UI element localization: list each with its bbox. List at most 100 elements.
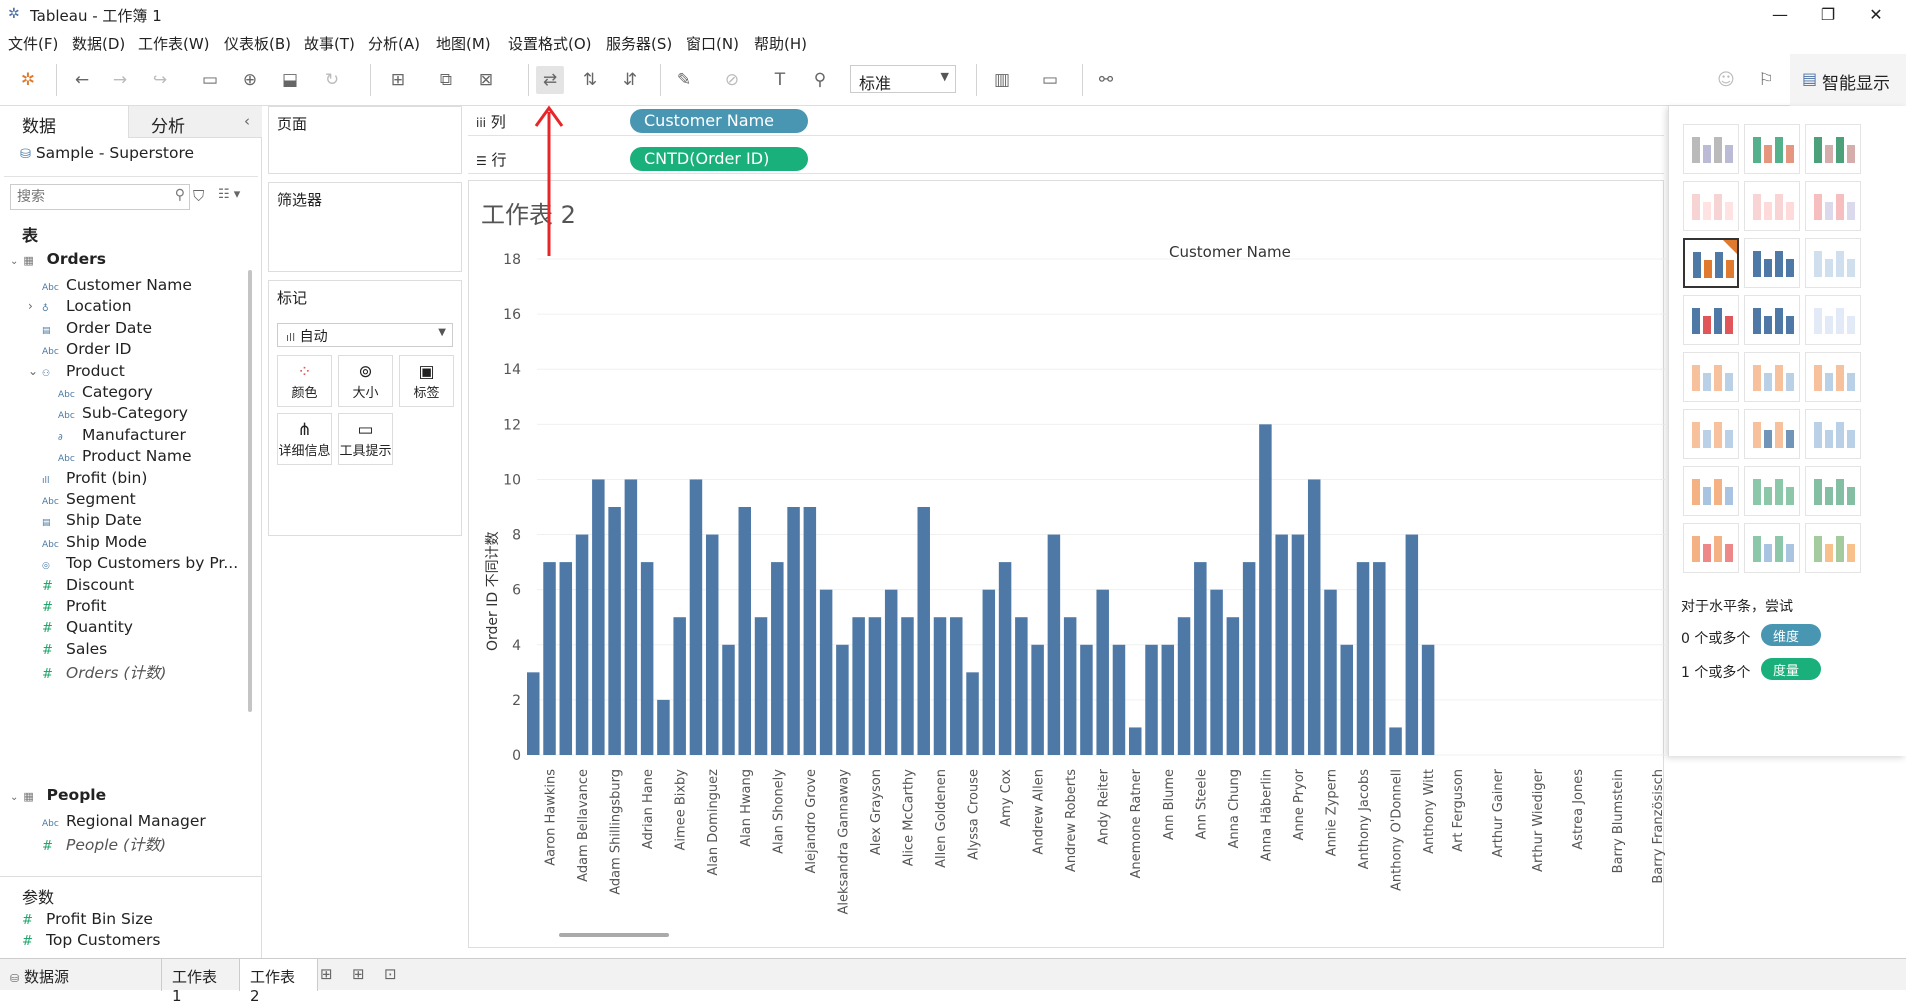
detail-button[interactable]: ⋔ 详细信息	[277, 413, 332, 465]
pin-icon[interactable]: ⚐	[1752, 66, 1780, 94]
filter-icon[interactable]: ⛉	[193, 187, 204, 205]
tab-datasource[interactable]: ⛁ 数据源	[0, 959, 162, 991]
bar[interactable]	[1047, 534, 1061, 755]
show-me-chart-option[interactable]	[1805, 352, 1861, 402]
show-me-button[interactable]: ▤ 智能显示	[1790, 54, 1906, 106]
expand-chevron-icon[interactable]: ›	[28, 299, 33, 313]
show-me-chart-option[interactable]	[1683, 124, 1739, 174]
bar[interactable]	[787, 507, 800, 755]
bar[interactable]	[982, 589, 996, 755]
bar[interactable]	[559, 562, 573, 755]
collapse-pane-icon[interactable]: ‹	[244, 112, 250, 130]
bar[interactable]	[640, 562, 654, 755]
cntd-order-id-pill[interactable]: CNTD(Order ID)	[630, 147, 808, 171]
bar[interactable]	[1194, 562, 1207, 755]
tableau-home-icon[interactable]: ✲	[14, 66, 42, 94]
show-me-chart-option[interactable]	[1683, 238, 1739, 288]
menu-window[interactable]: 窗口(N)	[686, 33, 739, 54]
orders-field[interactable]: # Profit	[42, 597, 106, 621]
search-field[interactable]: ⚲	[10, 184, 190, 210]
horizontal-scrollbar[interactable]	[559, 933, 669, 937]
worksheet-view[interactable]: 工作表 2 Customer Name 0 2 4 6 8 10 12 14 16 18 Order…	[468, 180, 1665, 948]
show-me-chart-option[interactable]	[1744, 466, 1800, 516]
undo-icon[interactable]: ←	[68, 66, 96, 94]
menu-data[interactable]: 数据(D)	[72, 33, 125, 54]
bar[interactable]	[884, 589, 898, 755]
tab-sheet1[interactable]: 工作表 1	[162, 959, 240, 1005]
swap-rows-columns-icon[interactable]: ⇄	[536, 66, 564, 94]
bar[interactable]	[1112, 644, 1126, 755]
show-me-chart-option[interactable]	[1683, 181, 1739, 231]
menu-file[interactable]: 文件(F)	[8, 33, 58, 54]
datasource-name[interactable]: ⛁ Sample - Superstore	[20, 144, 194, 162]
new-dashboard-tab-icon[interactable]: ⊞	[352, 965, 365, 983]
bar[interactable]	[1242, 562, 1256, 755]
bar[interactable]	[1259, 424, 1272, 755]
orders-field[interactable]: # Sales	[42, 640, 107, 664]
orders-field[interactable]: Abc Customer Name	[42, 276, 192, 300]
bar[interactable]	[722, 644, 735, 755]
menu-map[interactable]: 地图(M)	[436, 33, 491, 54]
bar[interactable]	[836, 644, 849, 755]
bar[interactable]	[1145, 644, 1158, 755]
bar[interactable]	[624, 479, 638, 755]
sort-ascending-icon[interactable]: ⇅	[576, 66, 604, 94]
bar[interactable]	[1405, 534, 1419, 755]
people-field[interactable]: # People (计数)	[42, 833, 166, 857]
show-mark-labels-icon[interactable]: T	[766, 66, 794, 94]
show-me-chart-option[interactable]	[1744, 124, 1800, 174]
expand-chevron-icon[interactable]: ⌄	[28, 364, 38, 378]
bar[interactable]	[689, 479, 703, 755]
orders-field[interactable]: ◎ Top Customers by Pr...	[42, 554, 238, 578]
tab-data[interactable]: 数据	[0, 106, 128, 138]
new-worksheet-tab-icon[interactable]: ⊞	[320, 965, 333, 983]
color-button[interactable]: ⁘ 颜色	[277, 355, 332, 407]
show-me-chart-option[interactable]	[1683, 352, 1739, 402]
orders-field[interactable]: # Discount	[42, 576, 134, 600]
show-me-chart-option[interactable]	[1744, 409, 1800, 459]
orders-field[interactable]: ⚇ Product	[42, 362, 125, 386]
bar[interactable]	[608, 507, 621, 755]
new-story-tab-icon[interactable]: ⊡	[384, 965, 397, 983]
menu-dashboard[interactable]: 仪表板(B)	[224, 33, 291, 54]
close-button[interactable]: ✕	[1856, 2, 1896, 28]
clear-sheet-icon[interactable]: ⊠	[472, 66, 500, 94]
param-field[interactable]: # Profit Bin Size	[22, 910, 153, 934]
orders-field[interactable]: Abc Ship Mode	[42, 533, 147, 557]
bar[interactable]	[966, 672, 979, 755]
orders-field[interactable]: Abc Product Name	[58, 447, 192, 471]
show-me-chart-option[interactable]	[1805, 523, 1861, 573]
refresh-icon[interactable]: ↻	[318, 66, 346, 94]
orders-field[interactable]: Abc Segment	[42, 490, 136, 514]
table-people[interactable]: ⌄ ▦ People	[10, 786, 106, 810]
view-options-icon[interactable]: ☷ ▾	[218, 187, 240, 202]
pages-card[interactable]: 页面	[268, 106, 462, 174]
show-me-chart-option[interactable]	[1683, 466, 1739, 516]
bar[interactable]	[1226, 617, 1240, 755]
table-orders[interactable]: ⌄ ▦ Orders	[10, 250, 106, 274]
bar[interactable]	[1161, 644, 1175, 755]
show-cards-icon[interactable]: ▥	[988, 66, 1016, 94]
ask-data-icon[interactable]: ☺	[1712, 66, 1740, 94]
size-button[interactable]: ⊚ 大小	[338, 355, 393, 407]
show-me-chart-option[interactable]	[1744, 523, 1800, 573]
new-datasource-icon[interactable]: ⊕	[236, 66, 264, 94]
group-members-icon[interactable]: ⊘	[718, 66, 746, 94]
fit-dropdown[interactable]: 标准 ▼	[850, 65, 956, 93]
show-me-chart-option[interactable]	[1683, 295, 1739, 345]
menu-format[interactable]: 设置格式(O)	[508, 33, 592, 54]
menu-help[interactable]: 帮助(H)	[754, 33, 807, 54]
sort-descending-icon[interactable]: ⇵	[616, 66, 644, 94]
show-me-chart-option[interactable]	[1744, 295, 1800, 345]
duplicate-sheet-icon[interactable]: ⧉	[432, 66, 460, 94]
bar[interactable]	[1389, 727, 1402, 755]
show-me-chart-option[interactable]	[1805, 466, 1861, 516]
minimize-button[interactable]: —	[1760, 2, 1800, 28]
show-me-chart-option[interactable]	[1744, 238, 1800, 288]
bar[interactable]	[1031, 644, 1044, 755]
people-field[interactable]: Abc Regional Manager	[42, 812, 206, 836]
bar[interactable]	[933, 617, 947, 755]
data-pane-scrollbar[interactable]	[248, 270, 252, 712]
bar[interactable]	[901, 617, 914, 755]
show-me-chart-option[interactable]	[1683, 409, 1739, 459]
